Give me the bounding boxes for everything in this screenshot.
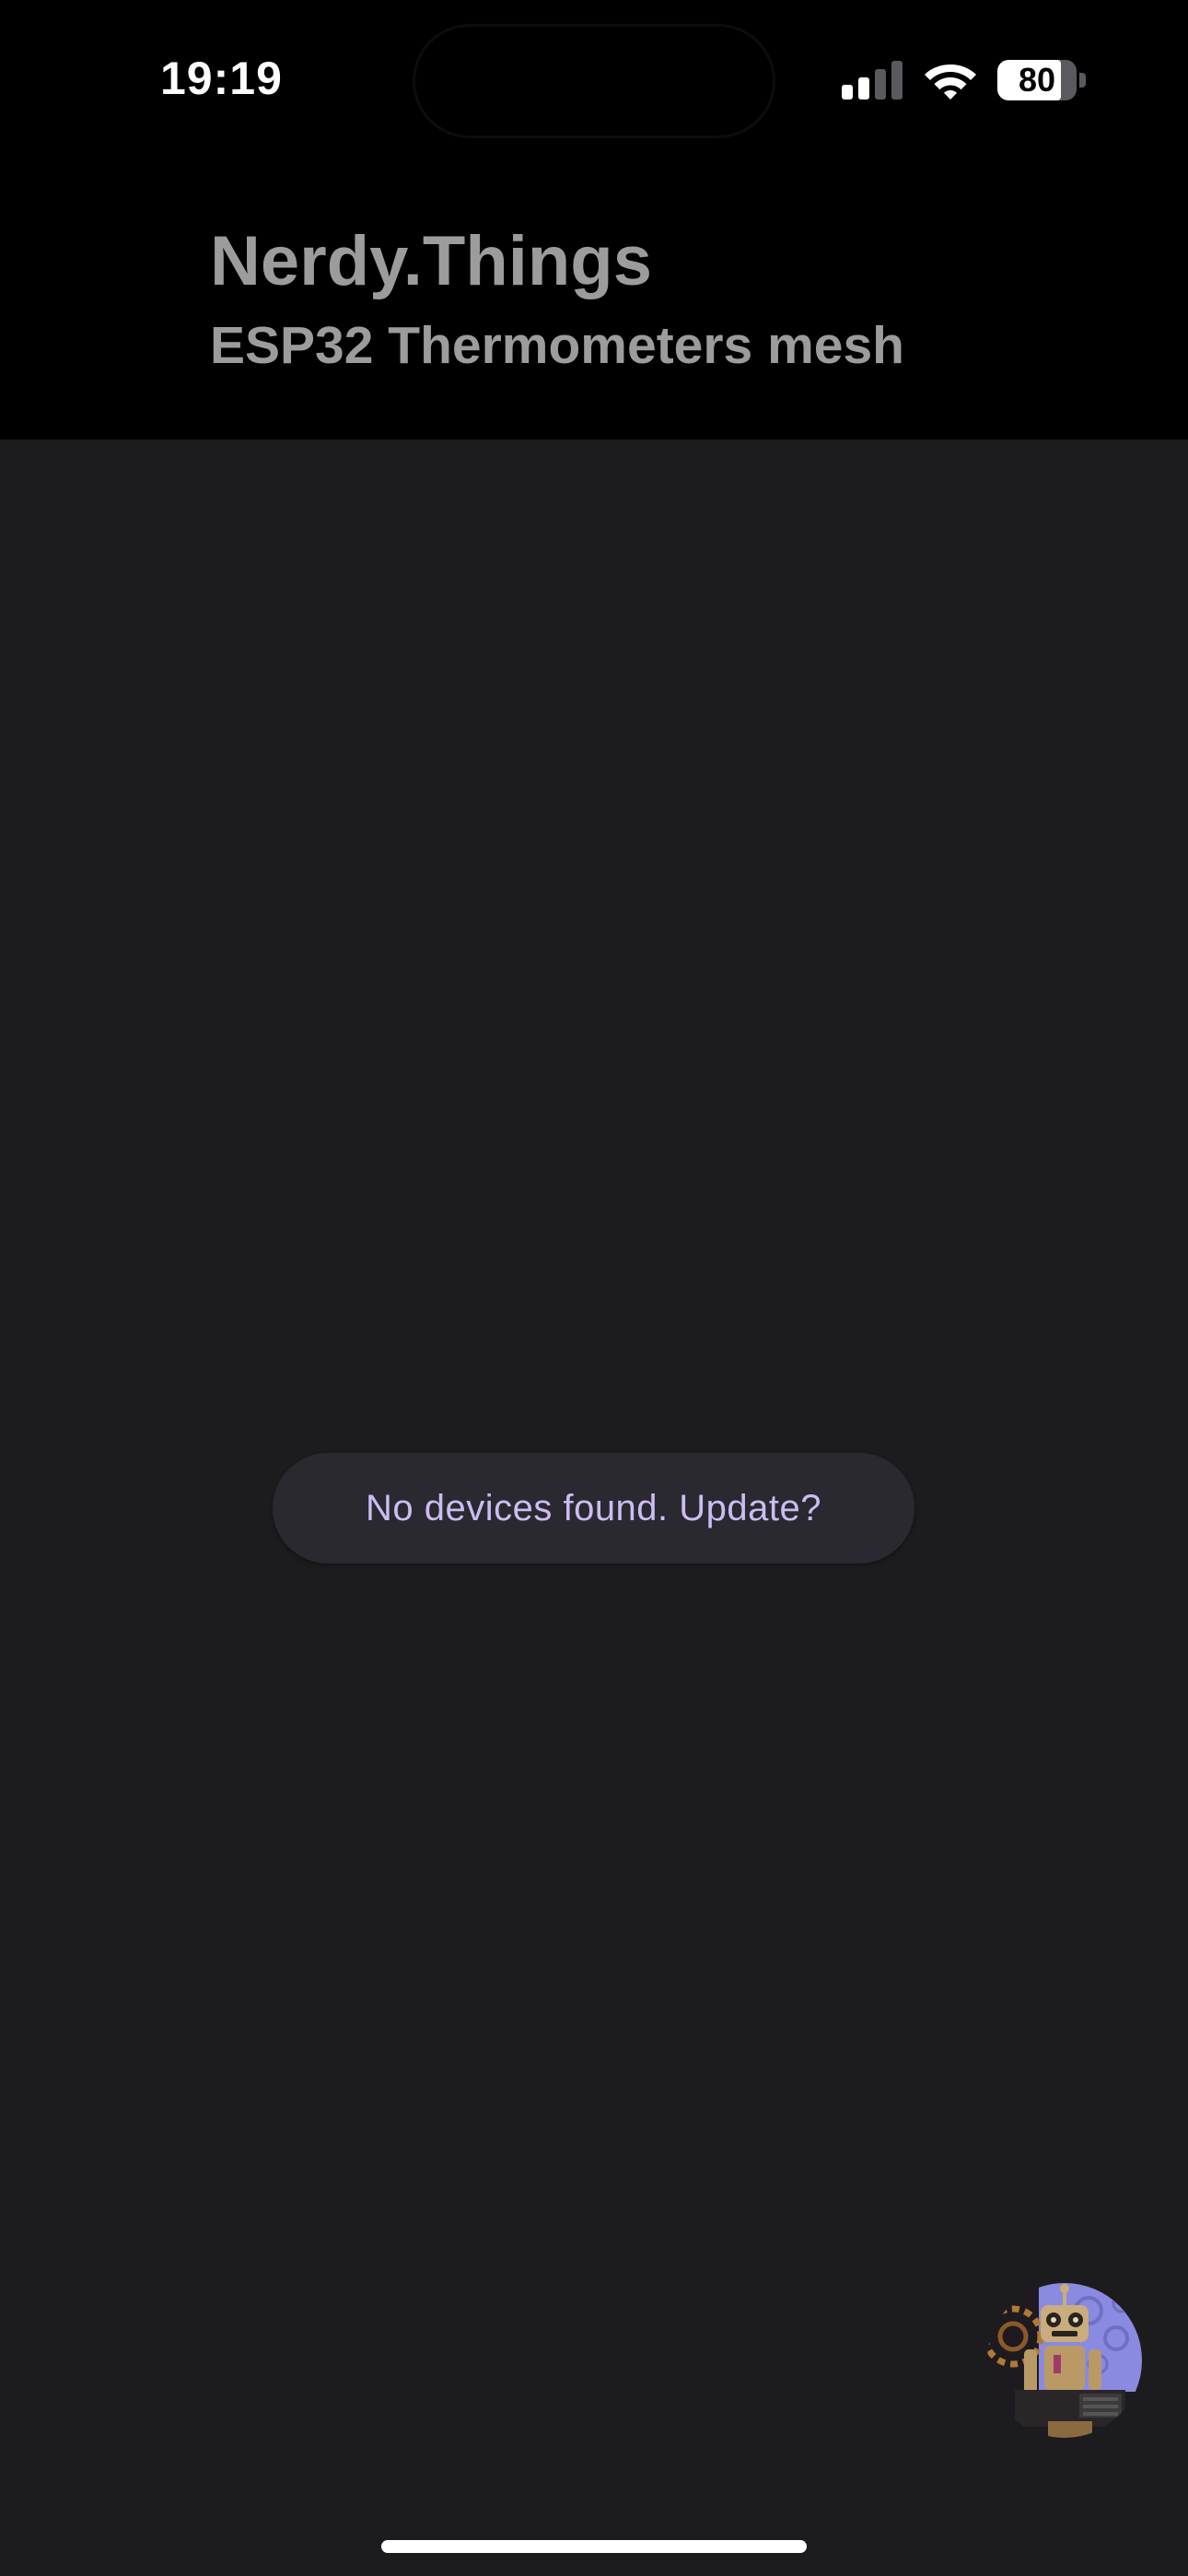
app-screen: 19:19 80 Nerdy.Things ESP32 Thermometers…: [0, 0, 1188, 2576]
app-title: Nerdy.Things: [210, 222, 652, 300]
dynamic-island: [415, 27, 773, 135]
signal-bar-4: [891, 61, 903, 100]
home-indicator[interactable]: [381, 2540, 807, 2553]
signal-bar-1: [842, 85, 853, 100]
signal-bar-3: [875, 69, 886, 100]
robot-avatar[interactable]: [987, 2283, 1142, 2438]
cellular-signal-icon: [842, 61, 903, 100]
battery-cap: [1079, 73, 1086, 88]
wifi-icon: [925, 64, 976, 100]
update-devices-button[interactable]: No devices found. Update?: [273, 1453, 914, 1563]
app-header: 19:19 80 Nerdy.Things ESP32 Thermometers…: [0, 0, 1188, 439]
app-subtitle: ESP32 Thermometers mesh: [210, 316, 904, 375]
battery-icon: 80: [997, 60, 1086, 100]
robot-avatar-image: [987, 2283, 1142, 2438]
status-time: 19:19: [160, 53, 283, 104]
battery-level: 80: [1018, 61, 1056, 99]
battery-body: 80: [997, 60, 1077, 100]
signal-bar-2: [858, 77, 869, 100]
